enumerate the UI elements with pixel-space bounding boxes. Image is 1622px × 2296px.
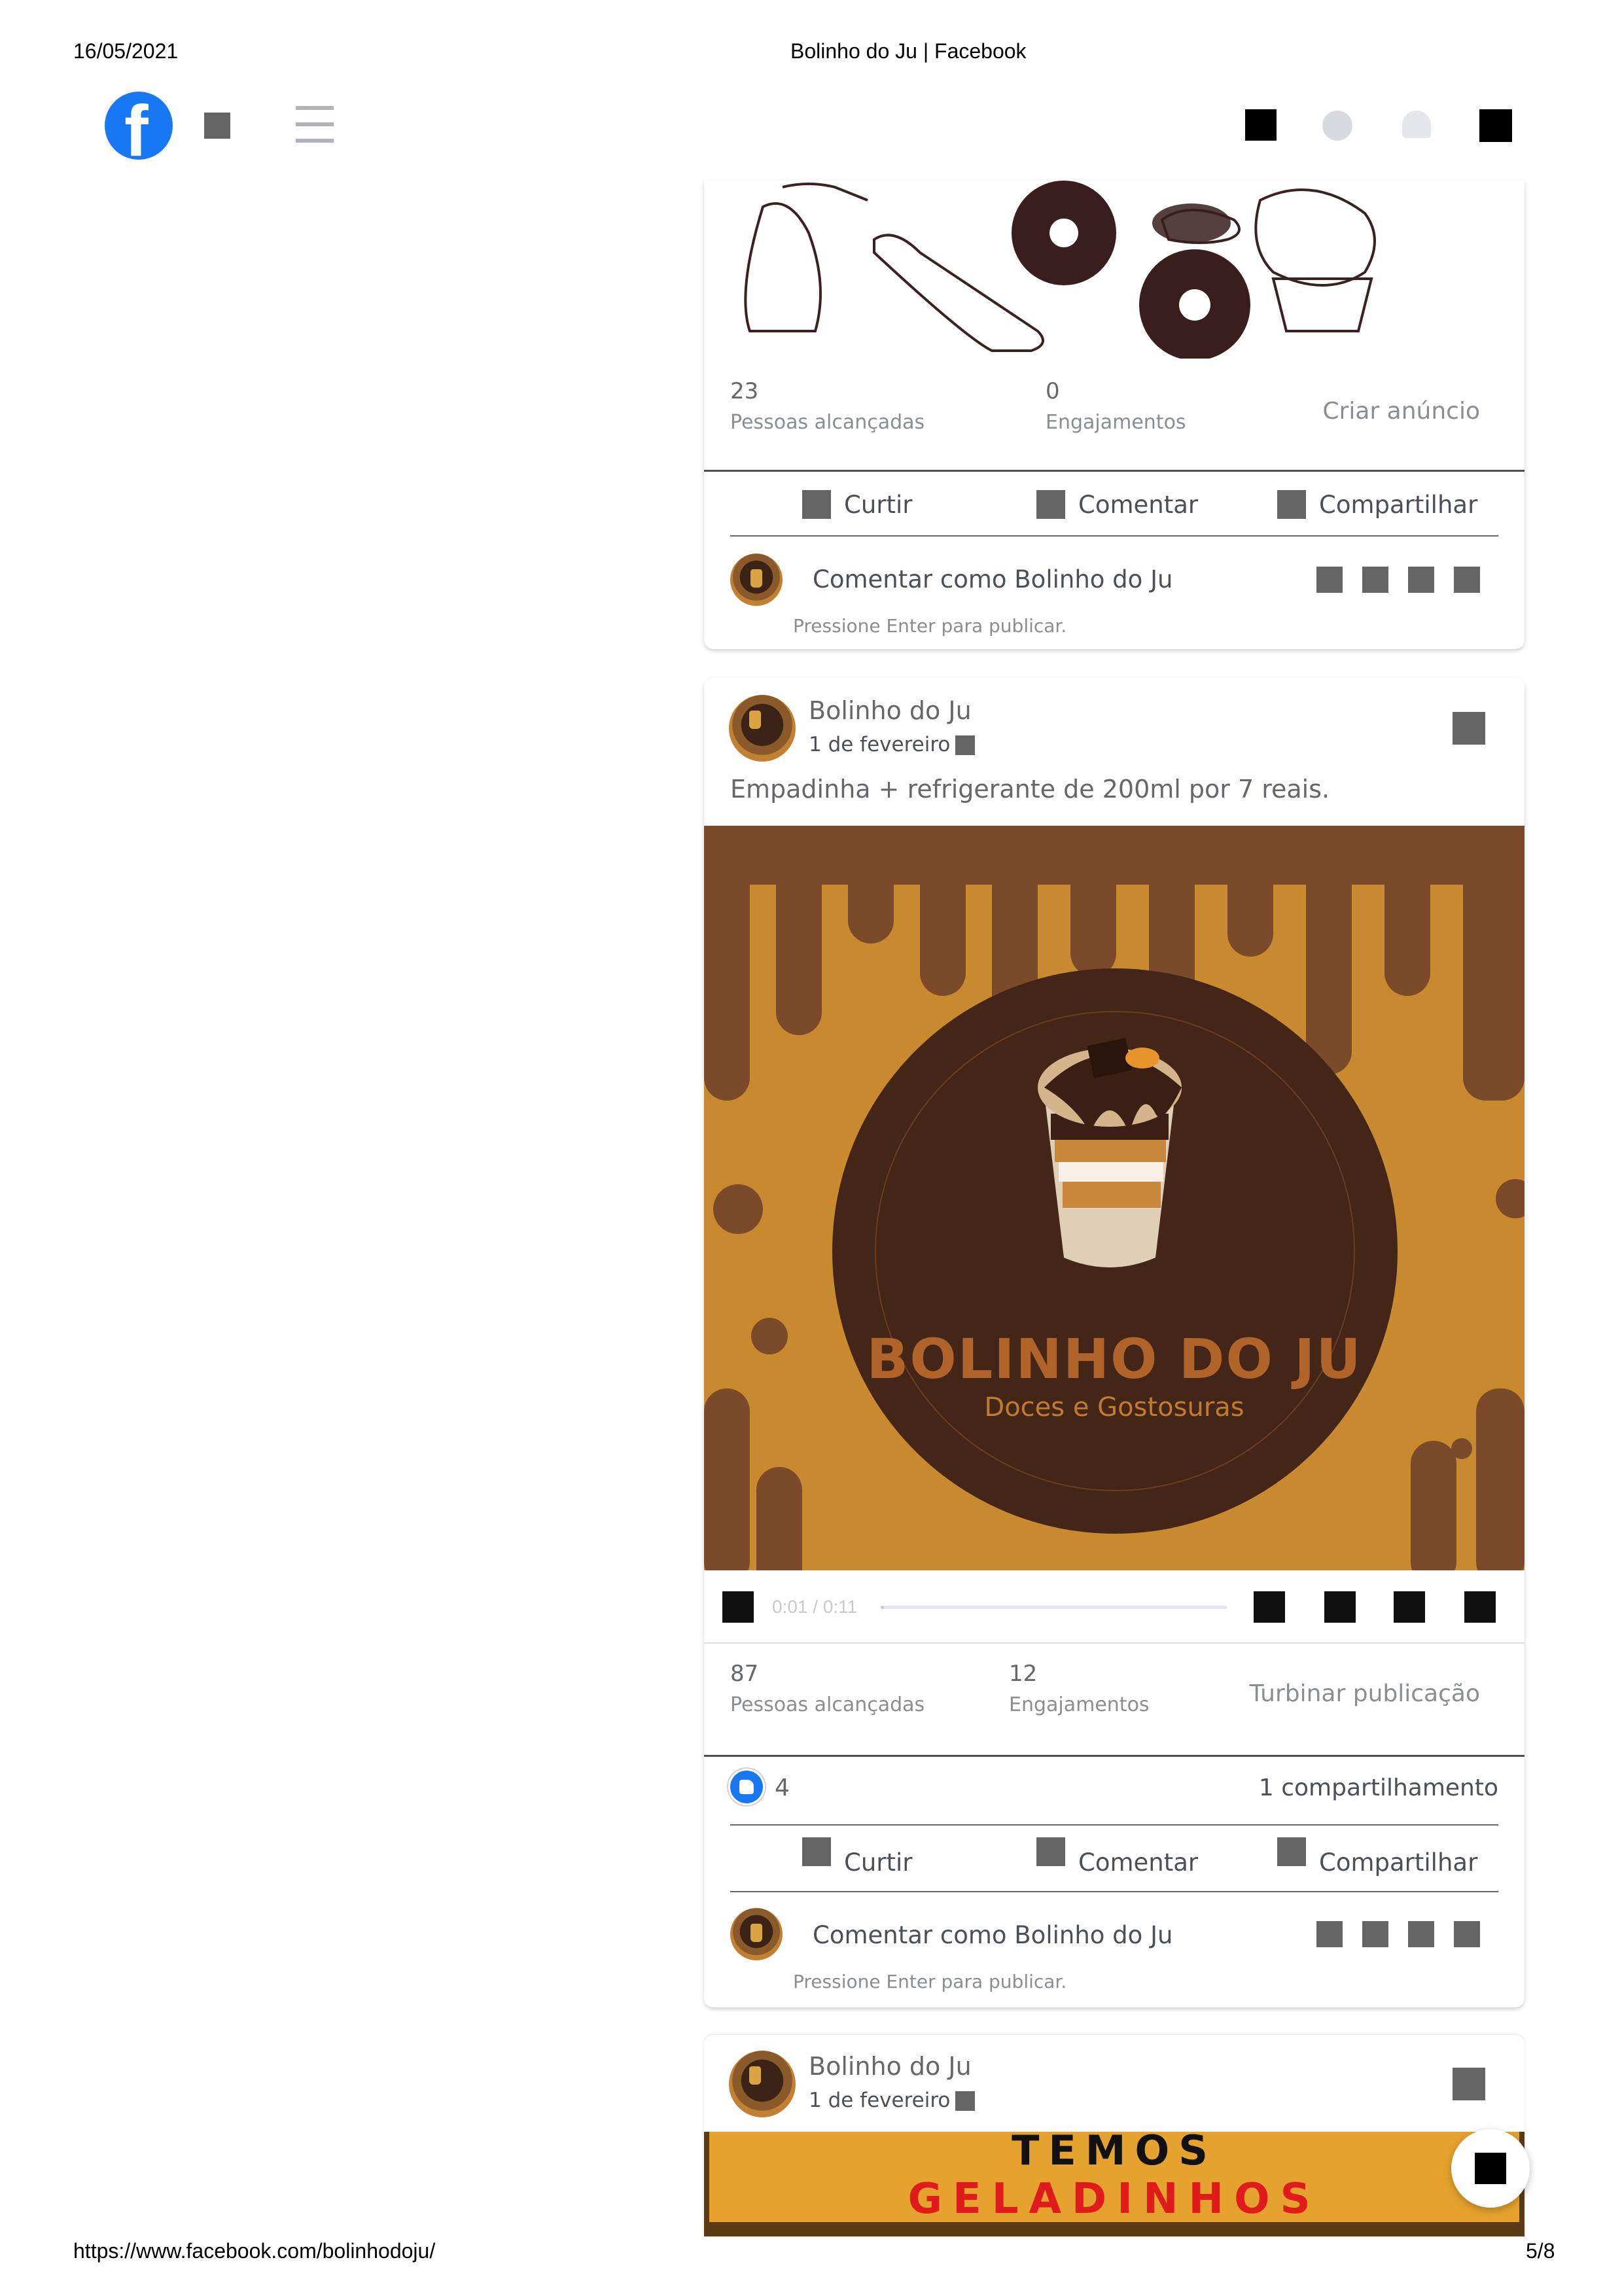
- messenger-icon[interactable]: [1322, 111, 1352, 141]
- share-count[interactable]: 1 compartilhamento: [1259, 1775, 1498, 1801]
- camera-icon[interactable]: [1362, 1921, 1388, 1947]
- audience-globe-icon: [955, 735, 975, 755]
- post2-video-divider: [704, 1642, 1525, 1644]
- like-icon: [802, 1837, 831, 1866]
- share-icon: [1277, 1837, 1306, 1866]
- hamburger-menu-icon[interactable]: [296, 106, 334, 143]
- post1-comment-input[interactable]: Comentar como Bolinho do Ju: [813, 565, 1172, 593]
- post2-actions-divider: [730, 1891, 1498, 1892]
- post3-image-inner: TEMOS GELADINHOS: [709, 2132, 1519, 2223]
- video-frame-artwork: [704, 826, 1525, 1570]
- post2-comment-label: Comentar: [1078, 1848, 1199, 1877]
- post3-author-avatar[interactable]: [729, 2051, 796, 2117]
- post2-author-name[interactable]: Bolinho do Ju: [809, 696, 972, 725]
- post1-comment-label: Comentar: [1078, 490, 1199, 519]
- video-logo-title: BOLINHO DO JU: [866, 1327, 1362, 1391]
- gif-icon[interactable]: [1408, 1921, 1434, 1947]
- post3-more-options-icon[interactable]: [1453, 2068, 1485, 2100]
- facebook-logo-letter: f: [124, 92, 149, 160]
- post2-date[interactable]: 1 de fevereiro ·: [809, 733, 963, 756]
- post-card-2: Bolinho do Ju 1 de fevereiro · Empadinha…: [704, 678, 1525, 2007]
- share-icon: [1277, 490, 1306, 519]
- post2-like-button[interactable]: Curtir: [802, 1837, 913, 1877]
- boost-post-button[interactable]: Turbinar publicação: [1250, 1680, 1480, 1707]
- post1-comment-avatar: [730, 554, 783, 606]
- audience-globe-icon: [955, 2091, 975, 2111]
- emoji-icon[interactable]: [1316, 1921, 1343, 1947]
- reaction-count[interactable]: 4: [775, 1775, 790, 1801]
- post3-image-line2: GELADINHOS: [908, 2175, 1321, 2223]
- post3-author-name[interactable]: Bolinho do Ju: [809, 2052, 972, 2081]
- post1-engagement-label: Engajamentos: [1046, 411, 1186, 434]
- post2-more-options-icon[interactable]: [1453, 712, 1485, 745]
- post2-comment-button[interactable]: Comentar: [1036, 1837, 1198, 1877]
- emoji-icon[interactable]: [1316, 567, 1343, 593]
- post2-comment-hint: Pressione Enter para publicar.: [793, 1971, 1067, 1992]
- post1-comment-hint: Pressione Enter para publicar.: [793, 615, 1067, 637]
- camera-icon[interactable]: [1362, 567, 1388, 593]
- post1-engagement-value: 0: [1046, 378, 1060, 404]
- fullscreen-icon[interactable]: [1324, 1591, 1356, 1623]
- post2-author-avatar[interactable]: [729, 695, 796, 762]
- post2-reach-label: Pessoas alcançadas: [730, 1693, 925, 1716]
- post2-share-button[interactable]: Compartilhar: [1277, 1837, 1477, 1877]
- post1-divider: [704, 470, 1525, 472]
- play-button-icon[interactable]: [722, 1591, 754, 1623]
- grid-icon[interactable]: [1245, 109, 1277, 141]
- post2-comment-avatar: [730, 1908, 783, 1960]
- like-icon: [802, 490, 831, 519]
- video-time: 0:01 / 0:11: [772, 1597, 858, 1617]
- like-reaction-icon[interactable]: [730, 1771, 763, 1803]
- square-icon[interactable]: [204, 113, 230, 139]
- post2-share-label: Compartilhar: [1319, 1848, 1478, 1877]
- bell-icon[interactable]: [1402, 111, 1431, 138]
- post2-reach-value: 87: [730, 1661, 759, 1687]
- post1-share-button[interactable]: Compartilhar: [1277, 488, 1477, 521]
- video-progress-fill: [881, 1606, 885, 1609]
- post2-reactions-divider: [730, 1824, 1498, 1826]
- post2-like-label: Curtir: [844, 1848, 913, 1877]
- post1-like-button[interactable]: Curtir: [802, 488, 913, 521]
- video-controls: 0:01 / 0:11: [704, 1570, 1525, 1642]
- post-card-3: Bolinho do Ju 1 de fevereiro · TEMOS GEL…: [704, 2035, 1525, 2236]
- post1-like-label: Curtir: [844, 490, 913, 519]
- print-url: https://www.facebook.com/bolinhodoju/: [73, 2239, 436, 2263]
- new-message-button[interactable]: [1451, 2129, 1530, 2208]
- post2-engagement-label: Engajamentos: [1009, 1693, 1150, 1716]
- post1-comment-button[interactable]: Comentar: [1036, 488, 1198, 521]
- post3-date[interactable]: 1 de fevereiro ·: [809, 2089, 963, 2112]
- post1-reach-label: Pessoas alcançadas: [730, 411, 925, 434]
- post-image-bakery-illustration: [704, 181, 1525, 359]
- sticker-icon[interactable]: [1454, 1921, 1480, 1947]
- print-date: 16/05/2021: [73, 39, 179, 63]
- volume-icon[interactable]: [1464, 1591, 1496, 1623]
- post2-stats-divider: [704, 1755, 1525, 1757]
- post2-text: Empadinha + refrigerante de 200ml por 7 …: [730, 775, 1330, 804]
- compose-icon: [1475, 2153, 1506, 2184]
- pip-icon[interactable]: [1394, 1591, 1425, 1623]
- print-page-number: 5/8: [1526, 2239, 1555, 2263]
- gif-icon[interactable]: [1408, 567, 1434, 593]
- post1-share-label: Compartilhar: [1319, 490, 1478, 519]
- post-card-1: 23 Pessoas alcançadas 0 Engajamentos Cri…: [704, 181, 1525, 649]
- comment-icon: [1036, 1837, 1065, 1866]
- print-page-title: Bolinho do Ju | Facebook: [790, 39, 1027, 63]
- thumbs-up-icon: [739, 1780, 754, 1794]
- post2-engagement-value: 12: [1009, 1661, 1038, 1687]
- post3-image-line1: TEMOS: [1012, 2132, 1217, 2174]
- post2-comment-input[interactable]: Comentar como Bolinho do Ju: [813, 1921, 1172, 1949]
- comment-icon: [1036, 490, 1065, 519]
- create-ad-button[interactable]: Criar anúncio: [1322, 398, 1480, 425]
- post2-video[interactable]: BOLINHO DO JU Doces e Gostosuras: [704, 826, 1525, 1570]
- video-logo-subtitle: Doces e Gostosuras: [984, 1392, 1244, 1422]
- facebook-logo-icon[interactable]: f: [105, 92, 173, 160]
- post1-actions-divider: [730, 535, 1498, 537]
- post1-reach-value: 23: [730, 378, 759, 404]
- account-icon[interactable]: [1479, 109, 1512, 142]
- settings-icon[interactable]: [1254, 1591, 1285, 1623]
- video-progress-track[interactable]: [881, 1606, 1227, 1609]
- sticker-icon[interactable]: [1454, 567, 1480, 593]
- post3-image[interactable]: TEMOS GELADINHOS: [704, 2132, 1525, 2236]
